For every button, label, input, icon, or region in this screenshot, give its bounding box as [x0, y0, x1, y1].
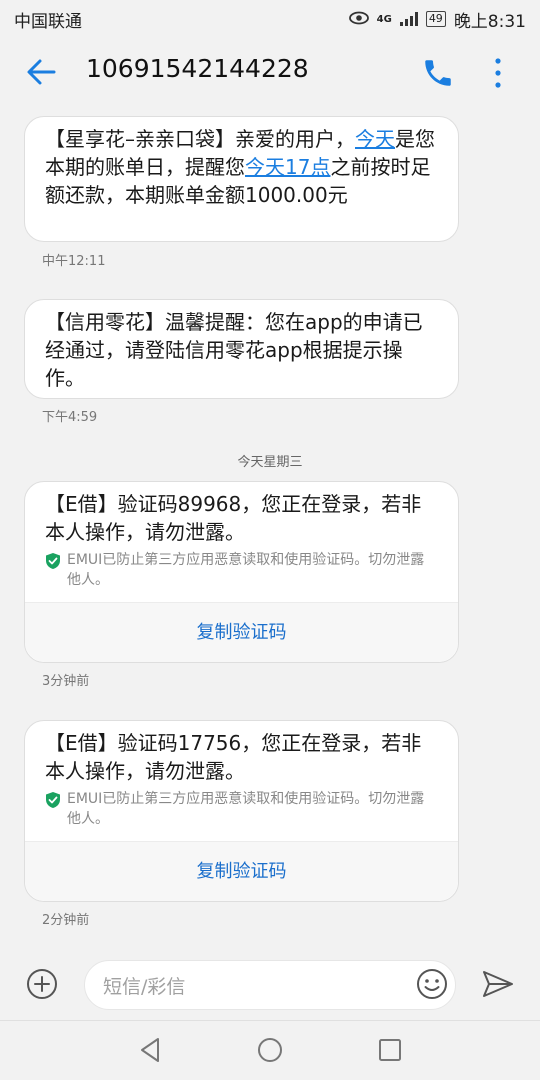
conversation-header: 10691542144228 — [0, 38, 540, 106]
time-link[interactable]: 今天17点 — [245, 155, 330, 179]
shield-check-icon — [46, 792, 60, 808]
contact-number: 10691542144228 — [86, 54, 309, 83]
signal-icon — [399, 12, 418, 26]
message-bubble[interactable]: 【星享花–亲亲口袋】亲爱的用户，今天是您本期的账单日，提醒您今天17点之前按时足… — [24, 116, 459, 242]
triangle-back-icon — [141, 1038, 159, 1062]
nav-home-button[interactable] — [255, 1035, 285, 1065]
copy-code-button[interactable]: 复制验证码 — [25, 841, 458, 901]
verification-code-bubble[interactable]: 【E借】验证码17756，您正在登录，若非本人操作，请勿泄露。 EMUI已防止第… — [24, 720, 459, 902]
status-right: 4G 49 晚上8:31 — [348, 7, 526, 32]
back-arrow-icon — [27, 59, 56, 85]
message-bubble[interactable]: 【信用零花】温馨提醒：您在app的申请已经通过，请登陆信用零花app根据提示操作… — [24, 299, 459, 399]
phone-icon — [425, 60, 451, 86]
message-timestamp: 2分钟前 — [42, 913, 90, 928]
message-input-placeholder: 短信/彩信 — [103, 975, 186, 998]
date-separator: 今天星期三 — [237, 455, 303, 470]
message-timestamp: 3分钟前 — [42, 674, 90, 689]
carrier-label: 中国联通 — [14, 11, 82, 32]
verification-code-bubble[interactable]: 【E借】验证码89968，您正在登录，若非本人操作，请勿泄露。 EMUI已防止第… — [24, 481, 459, 663]
nav-back-button[interactable] — [136, 1035, 166, 1065]
status-bar: 中国联通 4G 49 晚上8:31 — [0, 0, 540, 38]
call-button[interactable] — [420, 56, 456, 90]
more-options-button[interactable] — [488, 56, 508, 90]
security-notice-text: EMUI已防止第三方应用恶意读取和使用验证码。切勿泄露他人。 — [67, 791, 425, 827]
add-circle-icon — [27, 969, 57, 999]
square-recents-icon — [379, 1039, 401, 1061]
more-vertical-icon — [495, 58, 501, 88]
copy-code-button[interactable]: 复制验证码 — [25, 602, 458, 662]
circle-home-icon — [258, 1038, 282, 1062]
nav-recents-button[interactable] — [375, 1035, 405, 1065]
send-icon — [483, 971, 513, 997]
message-timestamp: 下午4:59 — [42, 410, 98, 425]
security-notice: EMUI已防止第三方应用恶意读取和使用验证码。切勿泄露他人。 — [25, 550, 458, 590]
battery-level: 49 — [428, 12, 443, 25]
back-button[interactable] — [22, 54, 62, 90]
clock-label: 晚上8:31 — [453, 11, 526, 32]
message-segment: 【星享花–亲亲口袋】亲爱的用户， — [45, 127, 355, 151]
security-notice: EMUI已防止第三方应用恶意读取和使用验证码。切勿泄露他人。 — [25, 789, 458, 829]
eye-comfort-icon — [348, 9, 369, 30]
navigation-bar — [0, 1020, 540, 1080]
message-text: 【E借】验证码89968，您正在登录，若非本人操作，请勿泄露。 — [45, 492, 422, 544]
date-link[interactable]: 今天 — [355, 127, 395, 151]
emoji-icon — [417, 969, 447, 999]
shield-check-icon — [46, 553, 60, 569]
battery-icon: 49 — [425, 11, 446, 27]
emoji-button[interactable] — [416, 968, 448, 1000]
message-input[interactable]: 短信/彩信 — [84, 960, 456, 1010]
message-timestamp: 中午12:11 — [42, 254, 106, 269]
send-button[interactable] — [481, 968, 515, 1000]
security-notice-text: EMUI已防止第三方应用恶意读取和使用验证码。切勿泄露他人。 — [67, 552, 425, 588]
compose-bar: 短信/彩信 — [0, 954, 540, 1020]
network-type-label: 4G — [376, 13, 392, 25]
message-text: 【信用零花】温馨提醒：您在app的申请已经通过，请登陆信用零花app根据提示操作… — [45, 310, 423, 390]
message-text: 【星享花–亲亲口袋】亲爱的用户，今天是您本期的账单日，提醒您今天17点之前按时足… — [25, 117, 458, 219]
sms-conversation-screen: 中国联通 4G 49 晚上8:31 10691542144228 【星享花–亲亲… — [0, 0, 540, 1080]
message-text: 【E借】验证码17756，您正在登录，若非本人操作，请勿泄露。 — [45, 731, 422, 783]
attach-button[interactable] — [26, 968, 58, 1000]
